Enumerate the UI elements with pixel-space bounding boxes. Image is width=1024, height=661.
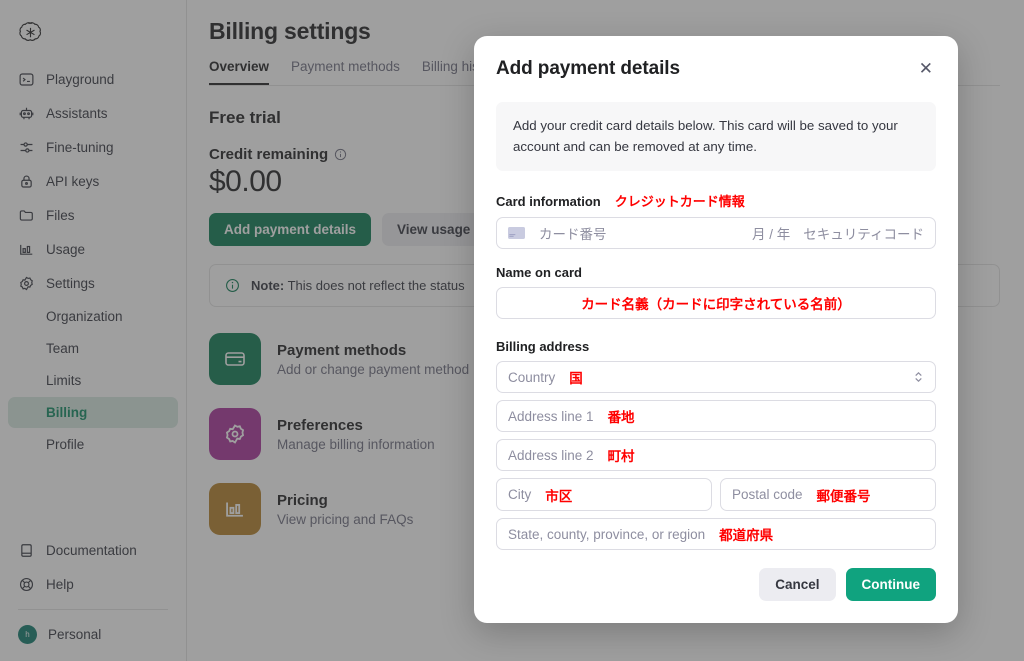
address-line-1-placeholder: Address line 1 [508, 408, 594, 424]
name-on-card-annotation: カード名義（カードに印字されている名前） [581, 297, 851, 313]
billing-address-label: Billing address [496, 339, 590, 355]
postal-code-input[interactable]: Postal code 郵便番号 [720, 478, 936, 512]
card-information-label: Card information クレジットカード情報 [496, 191, 936, 210]
state-region-input[interactable]: State, county, province, or region 都道府県 [496, 518, 936, 551]
postal-code-placeholder: Postal code [732, 487, 803, 503]
address-line-1-annotation: 番地 [607, 410, 635, 426]
card-extra-fields: 月 / 年 セキュリティコード [752, 223, 924, 243]
country-placeholder: Country [508, 369, 556, 385]
add-payment-details-dialog: Add payment details ✕ Add your credit ca… [474, 36, 958, 623]
city-placeholder: City [508, 487, 532, 503]
card-number-placeholder: カード番号 [539, 227, 607, 243]
app-root: Playground Assistants Fine-tuning [0, 0, 1024, 661]
card-number-input[interactable]: カード番号 月 / 年 セキュリティコード [496, 217, 936, 250]
postal-code-annotation: 郵便番号 [816, 488, 871, 504]
close-icon[interactable]: ✕ [916, 58, 936, 79]
dialog-header: Add payment details ✕ [496, 58, 936, 80]
chevron-updown-icon [915, 372, 922, 383]
address-line-1-input[interactable]: Address line 1 番地 [496, 400, 936, 433]
card-information-annotation: クレジットカード情報 [614, 194, 745, 210]
city-postal-row: City 市区 Postal code 郵便番号 [496, 478, 936, 512]
dialog-title: Add payment details [496, 58, 680, 79]
name-on-card-label: Name on card [496, 265, 936, 280]
name-on-card-input[interactable]: カード名義（カードに印字されている名前） [496, 287, 936, 320]
country-select[interactable]: Country 国 [496, 361, 936, 394]
address-line-2-annotation: 町村 [607, 449, 635, 465]
cancel-button[interactable]: Cancel [759, 568, 836, 602]
credit-card-icon [508, 227, 525, 240]
continue-button[interactable]: Continue [845, 568, 936, 602]
country-annotation: 国 [569, 371, 583, 387]
state-region-annotation: 都道府県 [719, 528, 774, 544]
address-line-2-placeholder: Address line 2 [508, 447, 594, 463]
address-line-2-input[interactable]: Address line 2 町村 [496, 439, 936, 472]
dialog-info-box: Add your credit card details below. This… [496, 102, 936, 172]
dialog-footer: Cancel Continue [496, 550, 936, 623]
city-input[interactable]: City 市区 [496, 478, 712, 512]
city-annotation: 市区 [545, 488, 573, 504]
card-information-label-text: Card information [496, 194, 601, 210]
name-on-card-label-text: Name on card [496, 265, 582, 281]
state-region-placeholder: State, county, province, or region [508, 526, 706, 542]
card-cvc-placeholder[interactable]: セキュリティコード [803, 223, 924, 243]
card-expiry-placeholder[interactable]: 月 / 年 [752, 223, 790, 243]
